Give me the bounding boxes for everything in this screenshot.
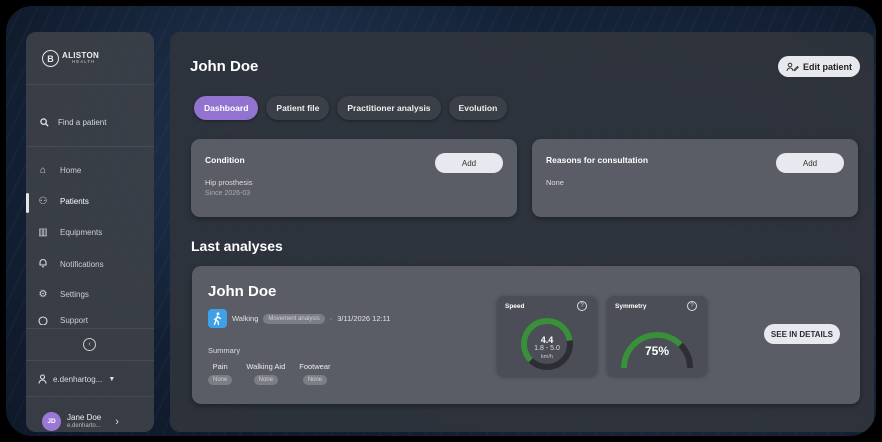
analysis-card[interactable]: John Doe Walking Movement analysis · 3/1… (192, 266, 860, 404)
analysis-datetime: 3/11/2026 12:11 (337, 314, 391, 323)
reasons-title: Reasons for consultation (546, 155, 649, 165)
see-details-button[interactable]: SEE IN DETAILS (763, 324, 840, 344)
brand-logo[interactable]: B ALISTON HEALTH (42, 50, 99, 67)
account-label: e.denhartog... (53, 374, 103, 384)
sidebar-item-patients[interactable]: ⚇ Patients (36, 196, 89, 207)
equipments-icon: ▥ (38, 227, 48, 238)
symmetry-metric: Symmetry ? 75% (607, 296, 707, 376)
search-label: Find a patient (58, 118, 107, 127)
logo-subtitle: HEALTH (72, 59, 96, 65)
condition-title: Condition (205, 155, 245, 165)
add-condition-button[interactable]: Add (435, 153, 503, 173)
avatar: JD (42, 412, 61, 431)
analysis-patient-name: John Doe (208, 283, 277, 300)
search-icon (40, 118, 49, 127)
page-title: John Doe (190, 58, 259, 75)
summary-field-value: None (253, 375, 278, 385)
meta-separator: · (329, 314, 333, 323)
help-icon[interactable]: ? (687, 301, 697, 311)
speed-unit: km/h (541, 354, 553, 360)
profile-email: e.denharto... (67, 422, 101, 429)
find-patient-search[interactable]: Find a patient (40, 118, 106, 127)
divider (26, 146, 154, 147)
sidebar-item-home[interactable]: ⌂ Home (36, 165, 81, 176)
sidebar-item-notifications[interactable]: Notifications (36, 258, 104, 271)
summary-walking-aid: Walking Aid None (246, 362, 285, 385)
reasons-card: Reasons for consultation Add None (532, 139, 858, 217)
symmetry-title: Symmetry (615, 303, 647, 310)
tab-evolution[interactable]: Evolution (448, 96, 508, 120)
speed-metric: Speed ? 4.4 1.8 - 5.0 km/h (497, 296, 597, 376)
summary-field-label: Walking Aid (246, 362, 286, 371)
summary-field-value: None (302, 375, 328, 385)
condition-card: Condition Add Hip prosthesis Since 2026-… (191, 139, 517, 217)
active-indicator (26, 193, 29, 213)
edit-user-icon (786, 62, 799, 71)
chevron-down-icon: ▼ (108, 375, 116, 383)
sidebar-item-label: Support (60, 316, 89, 325)
patient-tabs: Dashboard Patient file Practitioner anal… (194, 96, 508, 120)
speed-range: 1.8 - 5.0 (534, 345, 560, 352)
user-profile[interactable]: JD Jane Doe e.denharto... › (42, 412, 119, 431)
help-icon[interactable]: ? (577, 301, 587, 311)
sidebar-item-label: Equipments (60, 228, 103, 237)
divider (26, 360, 154, 361)
help-icon (36, 316, 50, 325)
sidebar-item-label: Notifications (60, 260, 104, 269)
profile-name: Jane Doe (67, 413, 102, 423)
condition-value: Hip prosthesis (205, 178, 253, 187)
tab-patient-file[interactable]: Patient file (266, 96, 330, 120)
account-selector[interactable]: e.denhartog... ▼ (38, 374, 115, 384)
summary-footwear: Footwear None (299, 362, 331, 385)
analysis-type-badge: Movement analysis (263, 313, 325, 324)
summary-label: Summary (208, 346, 241, 355)
sidebar-item-settings[interactable]: ⚙ Settings (36, 289, 89, 300)
tab-dashboard[interactable]: Dashboard (194, 96, 259, 120)
summary-fields: Pain None Walking Aid None Footwear None (208, 362, 331, 385)
edit-patient-label: Edit patient (803, 61, 852, 72)
app-frame: B ALISTON HEALTH Find a patient ⌂ Home ⚇… (6, 6, 876, 436)
summary-field-label: Pain (212, 362, 228, 371)
condition-since: Since 2026-03 (205, 190, 251, 197)
collapse-sidebar-icon[interactable]: ‹ (83, 338, 96, 351)
chevron-right-icon: › (115, 415, 119, 428)
summary-field-value: None (208, 375, 233, 385)
summary-pain: Pain None (208, 362, 233, 385)
edit-patient-button[interactable]: Edit patient (778, 56, 860, 77)
speed-value: 4.4 (540, 335, 554, 345)
reasons-value: None (546, 178, 564, 187)
sidebar-item-label: Settings (60, 290, 89, 299)
sidebar-item-label: Patients (60, 197, 89, 206)
gear-icon: ⚙ (38, 289, 48, 300)
divider (26, 84, 154, 85)
patients-icon: ⚇ (38, 196, 48, 207)
divider (26, 396, 154, 397)
symmetry-value: 75% (644, 344, 670, 358)
home-icon: ⌂ (39, 165, 47, 176)
speed-title: Speed (505, 303, 525, 310)
last-analyses-title: Last analyses (191, 238, 283, 254)
user-icon (38, 374, 47, 384)
sidebar-item-label: Home (60, 166, 82, 175)
bell-icon (36, 258, 50, 271)
sidebar-item-equipments[interactable]: ▥ Equipments (36, 227, 102, 238)
divider (26, 328, 154, 329)
logo-mark: B (42, 50, 59, 67)
sidebar-item-support[interactable]: Support (36, 316, 88, 325)
walking-icon (208, 309, 227, 328)
tab-practitioner-analysis[interactable]: Practitioner analysis (337, 96, 441, 120)
main-panel: John Doe Edit patient Dashboard Patient … (170, 32, 874, 432)
summary-field-label: Footwear (299, 362, 331, 371)
sidebar: B ALISTON HEALTH Find a patient ⌂ Home ⚇… (26, 32, 154, 432)
add-reason-button[interactable]: Add (776, 153, 844, 173)
analysis-meta: Walking Movement analysis · 3/11/2026 12… (208, 309, 390, 328)
activity-label: Walking (232, 314, 259, 323)
